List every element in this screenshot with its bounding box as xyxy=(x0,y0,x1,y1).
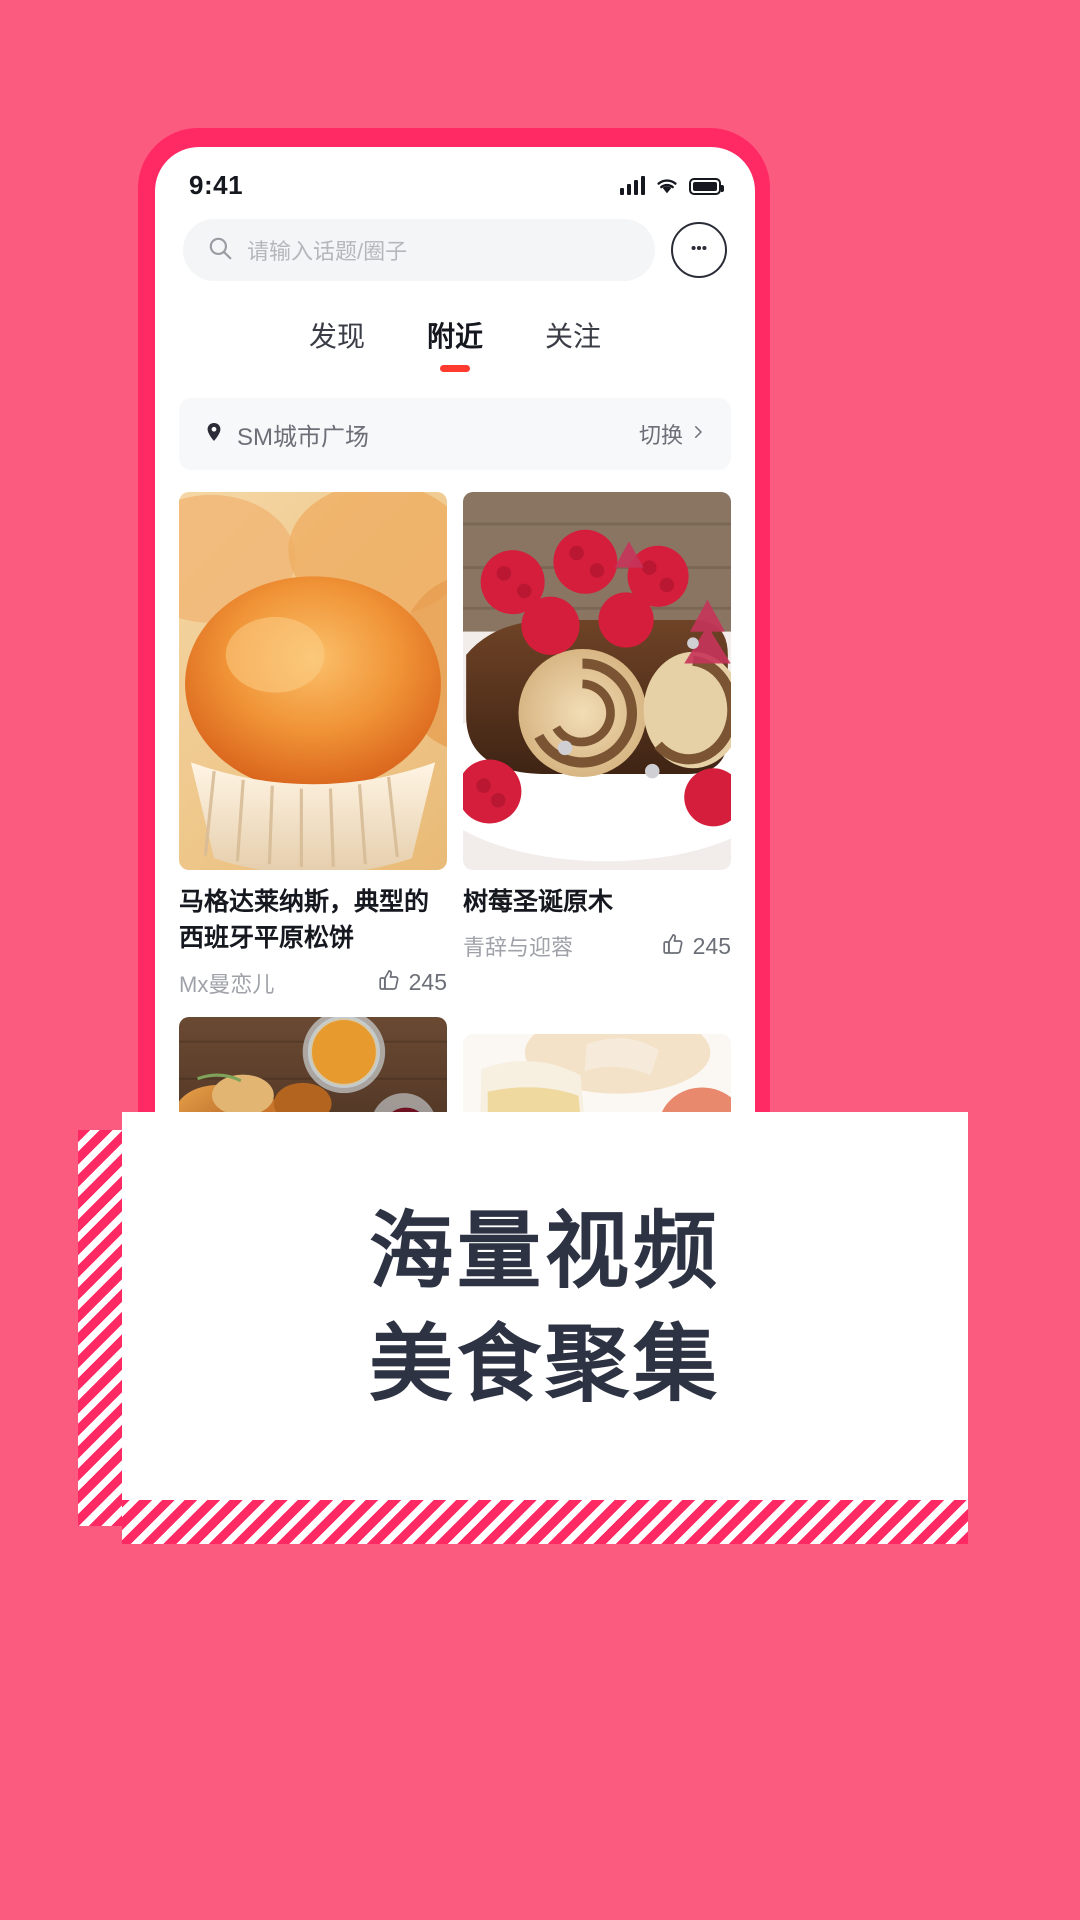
card-thumbnail[interactable] xyxy=(463,1034,731,1122)
card-author: 青辞与迎蓉 xyxy=(463,935,574,961)
thumbs-up-icon xyxy=(661,932,685,961)
card-author: Mx曼恋儿 xyxy=(179,971,275,997)
feed-column-left: 马格达莱纳斯，典型的西班牙平原松饼 Mx曼恋儿 245 xyxy=(179,492,447,1122)
feed-card[interactable] xyxy=(463,1034,731,1122)
card-thumbnail[interactable] xyxy=(463,492,731,870)
feed-grid: 马格达莱纳斯，典型的西班牙平原松饼 Mx曼恋儿 245 树莓圣诞原木 青辞与迎蓉… xyxy=(155,470,755,1122)
phone-mockup: 9:41 请输入话题/圈子 发现 附近 关注 SM城市广场 切换 马格达莱纳斯，… xyxy=(155,147,755,1122)
tab-nearby[interactable]: 附近 xyxy=(427,315,483,372)
location-left: SM城市广场 xyxy=(203,417,369,452)
chevron-right-icon xyxy=(689,423,707,446)
map-pin-icon xyxy=(203,421,225,448)
tab-following[interactable]: 关注 xyxy=(545,315,601,372)
search-icon xyxy=(207,235,233,266)
feed-card[interactable]: 马格达莱纳斯，典型的西班牙平原松饼 Mx曼恋儿 245 xyxy=(179,492,447,999)
tab-discover-label: 发现 xyxy=(308,321,365,352)
message-dots-icon xyxy=(686,235,712,266)
card-like-count: 245 xyxy=(408,969,447,995)
status-bar-icons xyxy=(620,175,724,195)
tab-nearby-label: 附近 xyxy=(426,321,483,352)
feed-column-right: 树莓圣诞原木 青辞与迎蓉 245 xyxy=(463,492,731,1122)
location-switch[interactable]: 切换 xyxy=(639,418,707,450)
location-name: SM城市广场 xyxy=(237,423,369,451)
tab-indicator-active xyxy=(439,365,470,372)
card-like-count: 245 xyxy=(692,932,731,959)
location-bar[interactable]: SM城市广场 切换 xyxy=(179,398,731,470)
tab-discover[interactable]: 发现 xyxy=(309,315,365,372)
search-row: 请输入话题/圈子 xyxy=(155,209,755,281)
card-title: 马格达莱纳斯，典型的西班牙平原松饼 xyxy=(179,888,430,953)
tab-following-label: 关注 xyxy=(545,321,602,352)
card-like-group[interactable]: 245 xyxy=(377,968,447,997)
search-input[interactable]: 请输入话题/圈子 xyxy=(183,219,655,281)
decorative-stripes-left xyxy=(78,1130,124,1526)
status-bar-time: 9:41 xyxy=(189,169,244,200)
decorative-stripes-bottom xyxy=(122,1500,968,1544)
thumbs-up-icon xyxy=(377,968,401,997)
card-like-group[interactable]: 245 xyxy=(661,932,731,961)
card-thumbnail[interactable] xyxy=(179,1016,447,1122)
message-button[interactable] xyxy=(671,222,727,278)
signal-icon xyxy=(620,175,645,195)
card-meta: Mx曼恋儿 245 xyxy=(179,967,447,999)
feed-card[interactable] xyxy=(179,1016,447,1122)
feed-card[interactable]: 树莓圣诞原木 青辞与迎蓉 245 xyxy=(463,492,731,962)
battery-icon xyxy=(689,177,724,195)
tab-bar: 发现 附近 关注 xyxy=(155,281,755,372)
card-thumbnail[interactable] xyxy=(179,492,447,870)
status-bar: 9:41 xyxy=(155,147,755,209)
card-title: 树莓圣诞原木 xyxy=(463,888,614,916)
promo-text: 海量视频 美食聚集 xyxy=(122,1112,968,1504)
promo-headline-line2: 美食聚集 xyxy=(368,1317,721,1411)
wifi-icon xyxy=(655,176,679,195)
promo-headline-line1: 海量视频 xyxy=(368,1204,721,1298)
card-meta: 青辞与迎蓉 245 xyxy=(463,930,731,962)
location-switch-label: 切换 xyxy=(638,423,683,448)
search-placeholder: 请输入话题/圈子 xyxy=(247,239,408,264)
